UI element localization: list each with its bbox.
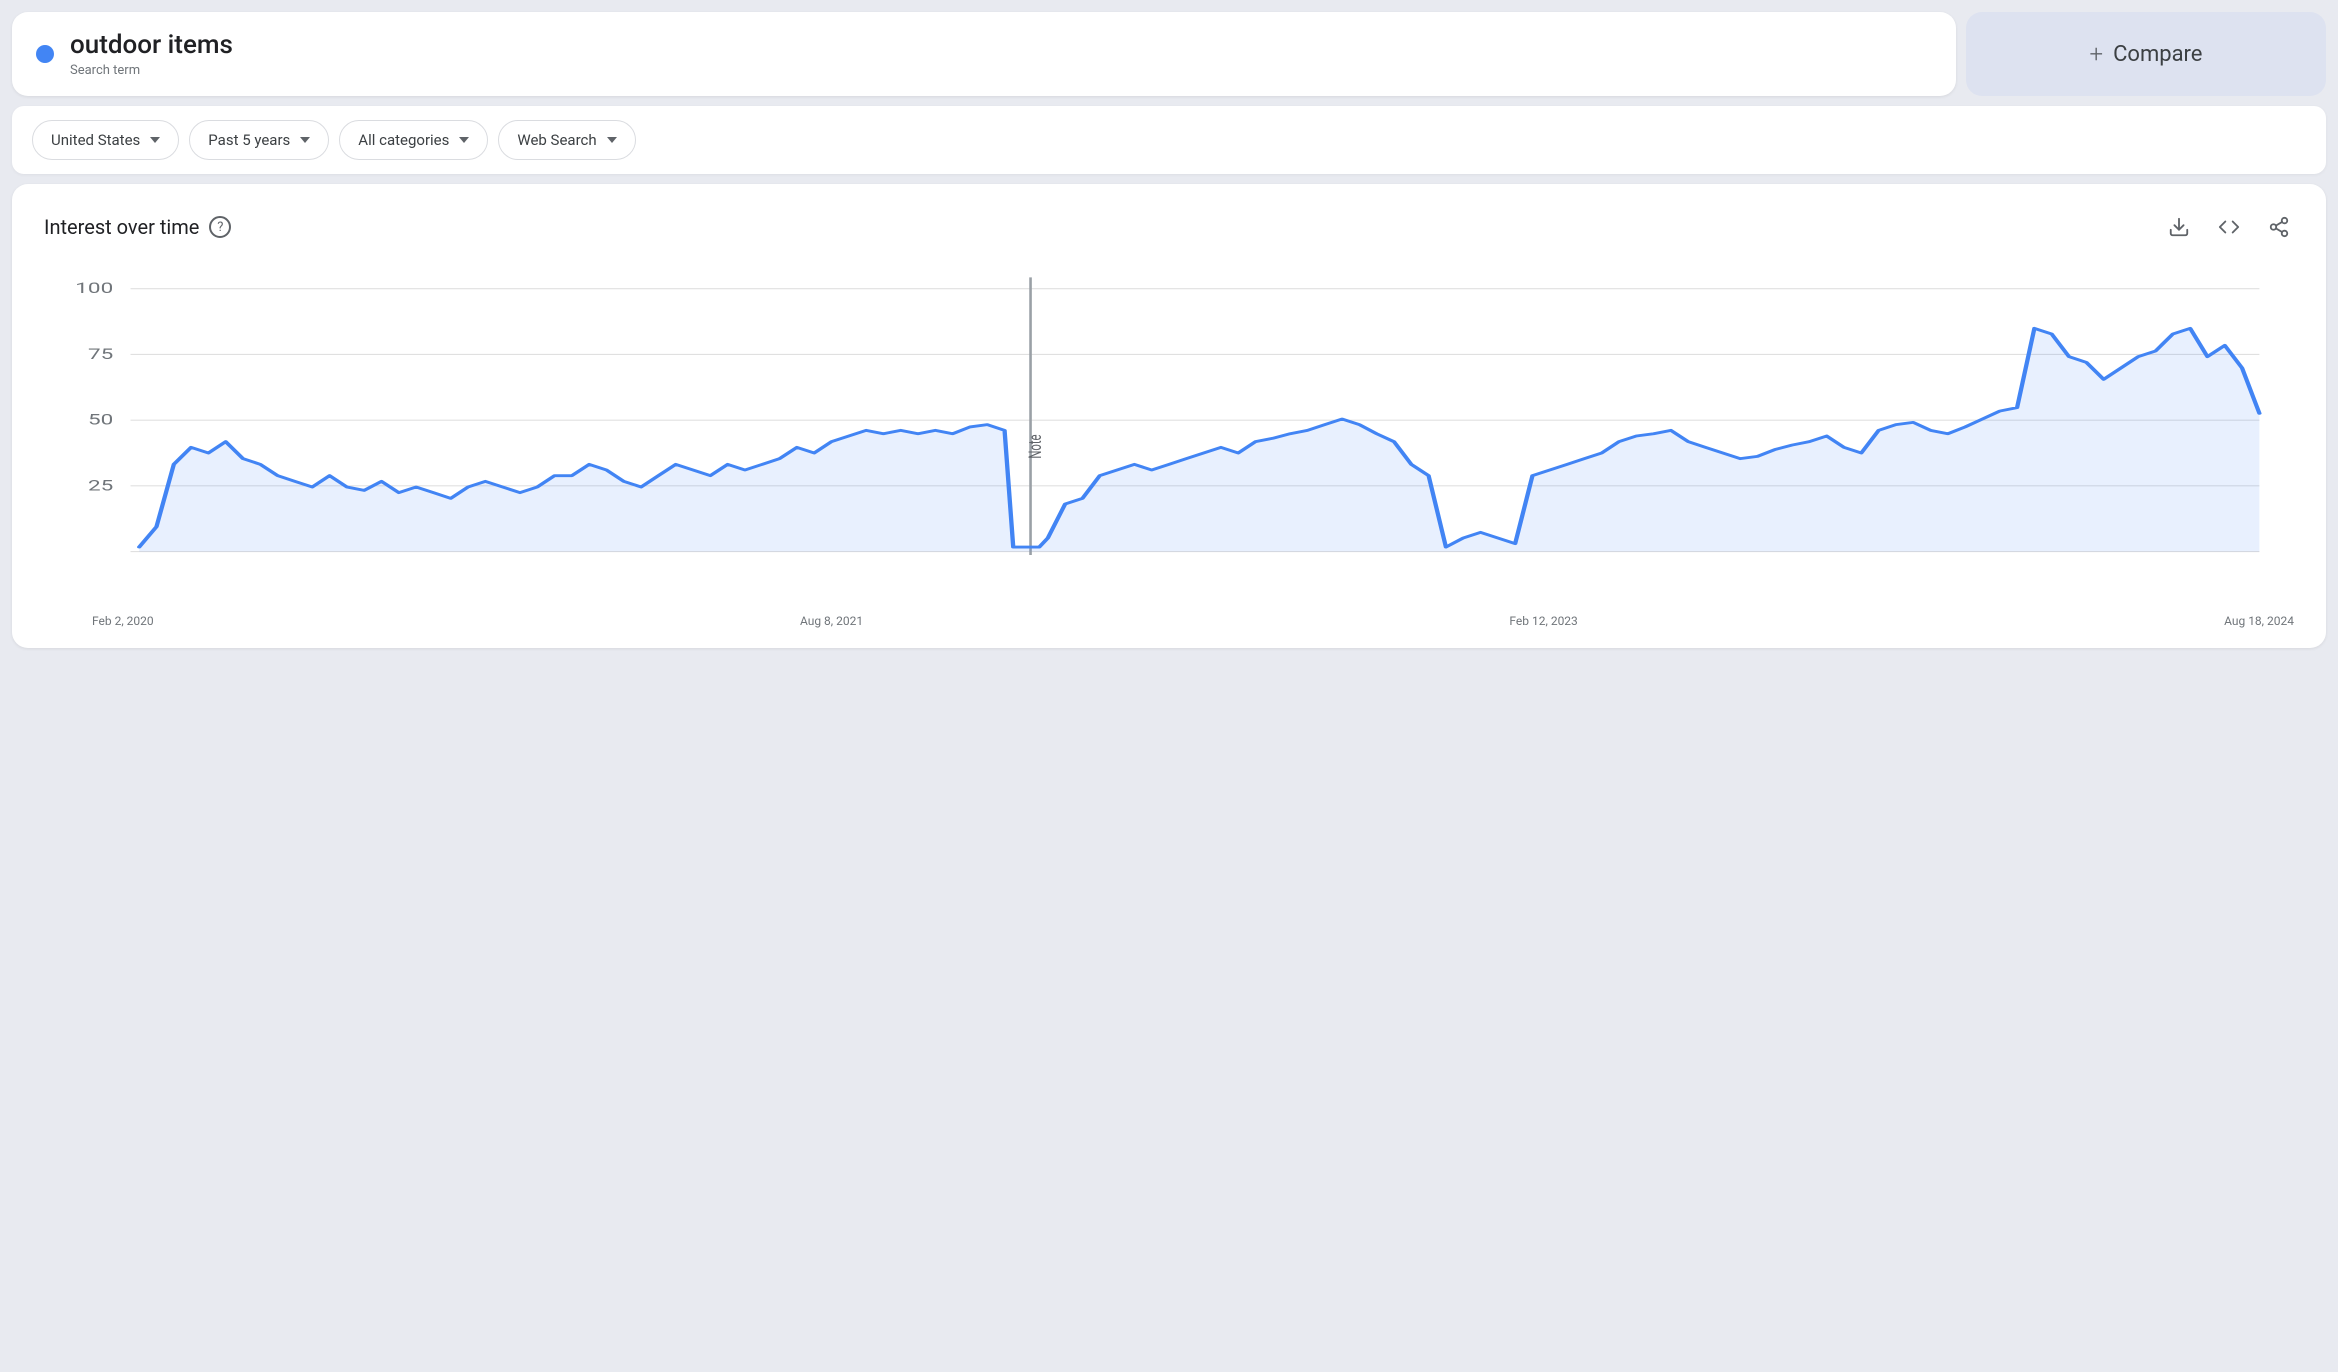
region-filter-button[interactable]: United States [32,120,179,160]
time-chevron-icon [300,137,310,143]
search-type-filter-button[interactable]: Web Search [498,120,635,160]
search-term: outdoor items [70,30,233,61]
search-text-block: outdoor items Search term [70,30,233,78]
svg-text:75: 75 [88,345,113,363]
chart-header: Interest over time ? [44,212,2294,242]
chart-container: 100 75 50 25 Note [44,266,2294,606]
x-label-3: Feb 12, 2023 [1509,614,1577,628]
compare-card[interactable]: + Compare [1966,12,2326,96]
svg-text:Note: Note [1024,434,1045,458]
filters-row: United States Past 5 years All categorie… [12,106,2326,174]
time-filter-button[interactable]: Past 5 years [189,120,329,160]
region-chevron-icon [150,137,160,143]
embed-button[interactable] [2214,212,2244,242]
compare-plus-icon: + [2090,40,2104,68]
x-axis-labels: Feb 2, 2020 Aug 8, 2021 Feb 12, 2023 Aug… [44,606,2294,628]
svg-text:25: 25 [88,477,113,495]
search-type-filter-label: Web Search [517,131,596,149]
category-filter-label: All categories [358,131,449,149]
embed-icon [2218,216,2240,238]
search-card: outdoor items Search term [12,12,1956,96]
download-button[interactable] [2164,212,2194,242]
help-icon[interactable]: ? [209,216,231,238]
category-filter-button[interactable]: All categories [339,120,488,160]
x-label-4: Aug 18, 2024 [2224,614,2294,628]
share-button[interactable] [2264,212,2294,242]
compare-label: Compare [2113,42,2202,67]
chart-title: Interest over time [44,215,199,239]
search-sublabel: Search term [70,63,233,78]
x-label-1: Feb 2, 2020 [92,614,154,628]
svg-text:100: 100 [75,279,113,297]
share-icon [2268,216,2290,238]
search-type-chevron-icon [607,137,617,143]
chart-svg: 100 75 50 25 Note [44,266,2294,606]
svg-text:50: 50 [88,411,113,429]
chart-title-row: Interest over time ? [44,215,231,239]
category-chevron-icon [459,137,469,143]
download-icon [2168,216,2190,238]
search-dot [36,45,54,63]
x-label-2: Aug 8, 2021 [800,614,863,628]
chart-card: Interest over time ? [12,184,2326,648]
region-filter-label: United States [51,131,140,149]
time-filter-label: Past 5 years [208,131,290,149]
chart-actions [2164,212,2294,242]
